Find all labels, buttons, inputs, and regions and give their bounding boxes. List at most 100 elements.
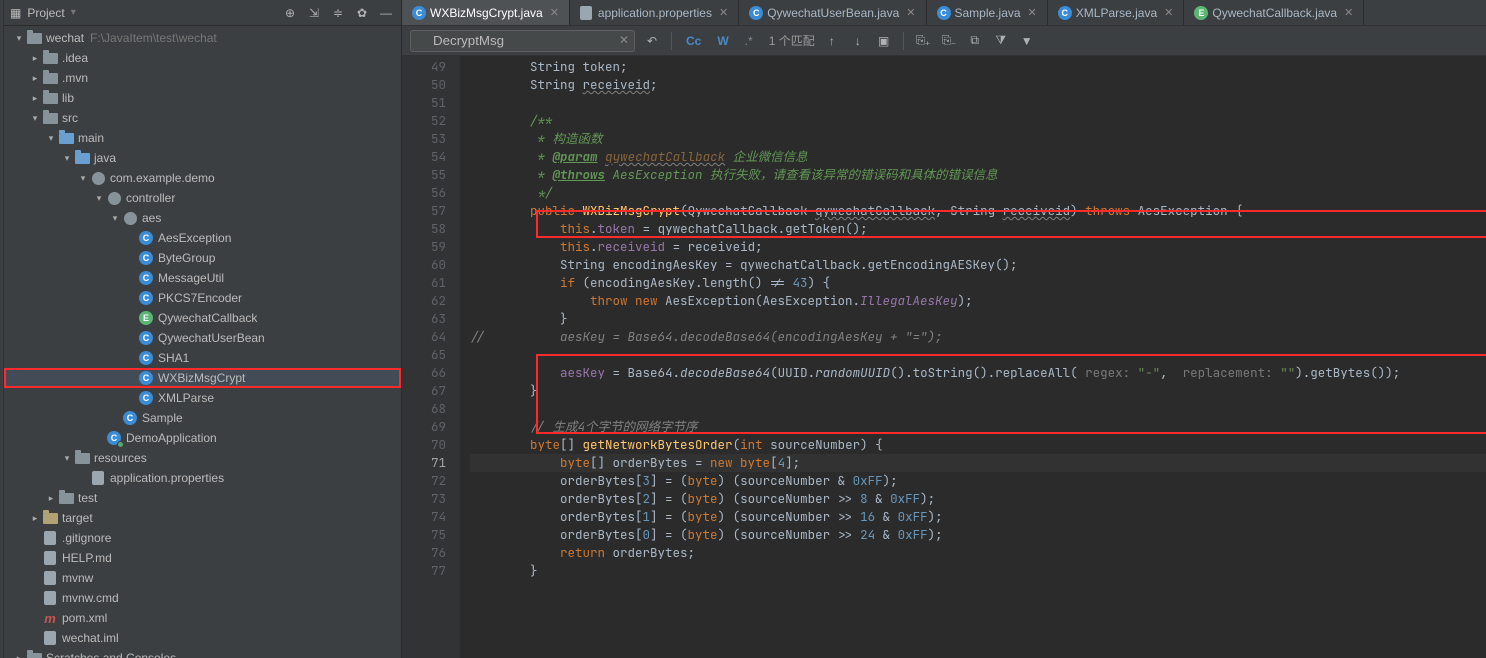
tree-arrow-icon[interactable]: ▾ (76, 173, 90, 184)
tree-arrow-icon[interactable]: ▸ (28, 513, 42, 524)
tree-item[interactable]: ▸CXMLParse (4, 388, 401, 408)
tree-arrow-icon[interactable]: ▾ (28, 113, 42, 124)
select-occurrences-icon[interactable]: ⧉ (966, 32, 984, 50)
match-count: 1 个匹配 (769, 32, 815, 49)
tree-item[interactable]: ▸CSHA1 (4, 348, 401, 368)
settings-icon[interactable]: ✿ (353, 4, 371, 22)
close-tab-icon[interactable]: ✕ (1344, 6, 1353, 19)
find-input[interactable] (410, 30, 635, 52)
filter-icon[interactable]: ▼ (1018, 32, 1036, 50)
hide-icon[interactable]: — (377, 4, 395, 22)
divider-icon[interactable]: ≑ (329, 4, 347, 22)
prev-match-icon[interactable]: ↑ (823, 32, 841, 50)
tree-item[interactable]: ▾com.example.demo (4, 168, 401, 188)
tree-item[interactable]: ▸target (4, 508, 401, 528)
tree-item[interactable]: ▸.gitignore (4, 528, 401, 548)
tree-item[interactable]: ▸application.properties (4, 468, 401, 488)
tree-item[interactable]: ▾wechatF:\JavaItem\test\wechat (4, 28, 401, 48)
close-tab-icon[interactable]: ✕ (550, 6, 559, 19)
file-icon (58, 490, 74, 506)
tree-item[interactable]: ▾ resources (4, 448, 401, 468)
tree-label: src (62, 111, 78, 125)
tree-item[interactable]: ▾main (4, 128, 401, 148)
target-icon[interactable]: ⊕ (281, 4, 299, 22)
tree-item[interactable]: ▸test (4, 488, 401, 508)
code-content[interactable]: String token; String receiveid; /** * 构造… (460, 56, 1486, 658)
tree-item[interactable]: ▾ aes (4, 208, 401, 228)
file-icon (42, 110, 58, 126)
tree-arrow-icon[interactable]: ▸ (12, 653, 26, 658)
tree-label: XMLParse (158, 391, 214, 405)
tree-label: WXBizMsgCrypt (158, 371, 245, 385)
tree-arrow-icon[interactable]: ▸ (28, 73, 42, 84)
tree-arrow-icon[interactable]: ▸ (28, 93, 42, 104)
select-all-icon[interactable]: ▣ (875, 32, 893, 50)
tree-arrow-icon[interactable]: ▾ (92, 193, 106, 204)
tree-arrow-icon[interactable]: ▸ (28, 53, 42, 64)
editor-tab[interactable]: CWXBizMsgCrypt.java✕ (402, 0, 570, 25)
tree-arrow-icon[interactable]: ▸ (44, 493, 58, 504)
file-icon: C (138, 370, 154, 386)
tree-item[interactable]: ▸lib (4, 88, 401, 108)
close-tab-icon[interactable]: ✕ (906, 6, 915, 19)
tree-label: resources (94, 451, 147, 465)
toggle-filter-icon[interactable]: ⧩ (992, 32, 1010, 50)
tree-item[interactable]: ▸CByteGroup (4, 248, 401, 268)
tree-arrow-icon[interactable]: ▾ (12, 33, 26, 44)
tree-label: Sample (142, 411, 183, 425)
tree-item[interactable]: ▸CPKCS7Encoder (4, 288, 401, 308)
remove-selection-icon[interactable]: ⎘₋ (940, 32, 958, 50)
tree-arrow-icon[interactable]: ▾ (108, 213, 122, 224)
tree-item[interactable]: ▸Scratches and Consoles (4, 648, 401, 658)
match-case-toggle[interactable]: Cc (682, 32, 705, 50)
tree-item[interactable]: ▸CQywechatUserBean (4, 328, 401, 348)
regex-toggle[interactable]: .* (741, 32, 757, 50)
clear-search-icon[interactable]: ✕ (619, 33, 629, 47)
tree-arrow-icon[interactable]: ▾ (60, 153, 74, 164)
find-history-icon[interactable]: ↶ (643, 32, 661, 50)
project-tree[interactable]: ▾wechatF:\JavaItem\test\wechat▸.idea▸.mv… (4, 26, 401, 658)
close-tab-icon[interactable]: ✕ (1028, 6, 1037, 19)
add-selection-icon[interactable]: ⎘₊ (914, 32, 932, 50)
tree-arrow-icon[interactable]: ▾ (60, 453, 74, 464)
tree-item[interactable]: ▸mvnw.cmd (4, 588, 401, 608)
tree-item[interactable]: ▸EQywechatCallback (4, 308, 401, 328)
tree-label: ByteGroup (158, 251, 215, 265)
code-editor[interactable]: 4950515253545556575859606162636465666768… (402, 56, 1486, 658)
editor-tab[interactable]: CSample.java✕ (927, 0, 1048, 25)
next-match-icon[interactable]: ↓ (849, 32, 867, 50)
tree-item[interactable]: ▸wechat.iml (4, 628, 401, 648)
tree-item[interactable]: ▸CMessageUtil (4, 268, 401, 288)
tree-item[interactable]: ▸HELP.md (4, 548, 401, 568)
tab-label: WXBizMsgCrypt.java (430, 6, 543, 20)
tree-label: controller (126, 191, 175, 205)
file-icon: C (138, 230, 154, 246)
file-icon (90, 470, 106, 486)
tree-item[interactable]: ▸ .mvn (4, 68, 401, 88)
editor-tab[interactable]: application.properties ✕ (570, 0, 739, 25)
editor-tab[interactable]: CXMLParse.java✕ (1048, 0, 1185, 25)
tree-item[interactable]: ▸CAesException (4, 228, 401, 248)
editor-tab[interactable]: CQywechatUserBean.java✕ (739, 0, 926, 25)
expand-all-icon[interactable]: ⇲ (305, 4, 323, 22)
tree-item[interactable]: ▾java (4, 148, 401, 168)
tree-item[interactable]: ▾ src (4, 108, 401, 128)
tree-item[interactable]: ▸.idea (4, 48, 401, 68)
close-tab-icon[interactable]: ✕ (1164, 6, 1173, 19)
tree-arrow-icon[interactable]: ▾ (44, 133, 58, 144)
close-tab-icon[interactable]: ✕ (719, 6, 728, 19)
editor-tab[interactable]: EQywechatCallback.java✕ (1184, 0, 1364, 25)
project-dropdown-icon[interactable]: ▦ (10, 6, 21, 20)
tree-item[interactable]: ▾ controller (4, 188, 401, 208)
tree-label: aes (142, 211, 161, 225)
tree-label: .mvn (62, 71, 88, 85)
file-icon: C (138, 350, 154, 366)
tree-item[interactable]: ▸CDemoApplication (4, 428, 401, 448)
tree-item[interactable]: ▸CSample (4, 408, 401, 428)
tab-label: application.properties (598, 6, 712, 20)
file-icon (74, 150, 90, 166)
tree-item[interactable]: ▸mpom.xml (4, 608, 401, 628)
words-toggle[interactable]: W (713, 32, 732, 50)
tree-item[interactable]: ▸mvnw (4, 568, 401, 588)
tree-item[interactable]: ▸CWXBizMsgCrypt (4, 368, 401, 388)
